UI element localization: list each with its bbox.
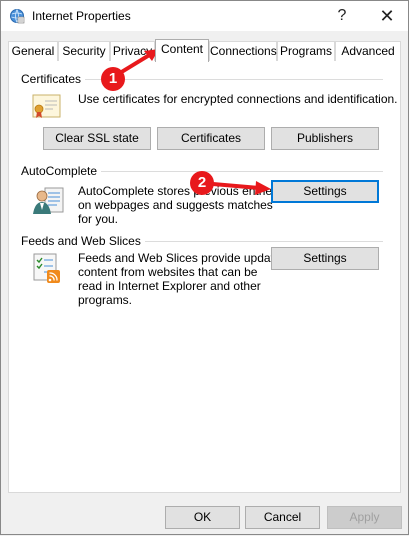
tab-security[interactable]: Security — [58, 41, 110, 61]
tab-strip: General Security Privacy Content Connect… — [1, 39, 409, 62]
autocomplete-description-line: on webpages and suggests matches — [78, 198, 273, 212]
autocomplete-group-title: AutoComplete — [21, 164, 102, 178]
window-title: Internet Properties — [32, 9, 131, 23]
autocomplete-user-icon — [31, 184, 65, 218]
feeds-rss-icon — [31, 252, 63, 284]
title-bar: Internet Properties ? ✕ — [1, 1, 408, 31]
feeds-description-line: content from websites that can be — [78, 265, 258, 279]
tab-programs[interactable]: Programs — [277, 41, 335, 61]
certificate-icon — [31, 93, 63, 121]
close-button[interactable]: ✕ — [373, 5, 401, 27]
feeds-description-line: Feeds and Web Slices provide updated — [78, 251, 288, 265]
tab-content[interactable]: Content — [155, 39, 209, 62]
tab-privacy[interactable]: Privacy — [110, 41, 155, 61]
tab-connections[interactable]: Connections — [209, 41, 277, 61]
internet-options-icon — [9, 8, 25, 24]
certificates-button[interactable]: Certificates — [157, 127, 265, 150]
feeds-description: Feeds and Web Slices provide updated con… — [78, 251, 287, 307]
certificates-description: Use certificates for encrypted connectio… — [78, 92, 398, 106]
feeds-description-line: read in Internet Explorer and other — [78, 279, 261, 293]
tab-advanced[interactable]: Advanced — [335, 41, 401, 61]
tab-general[interactable]: General — [8, 41, 58, 61]
apply-button[interactable]: Apply — [327, 506, 402, 529]
autocomplete-settings-button[interactable]: Settings — [271, 180, 379, 203]
callout-2: 2 — [190, 171, 214, 195]
feeds-settings-button[interactable]: Settings — [271, 247, 379, 270]
certificates-group-title: Certificates — [21, 72, 86, 86]
help-button[interactable]: ? — [328, 5, 356, 27]
ok-button[interactable]: OK — [165, 506, 240, 529]
feeds-group-title: Feeds and Web Slices — [21, 234, 145, 248]
cancel-button[interactable]: Cancel — [245, 506, 320, 529]
callout-1: 1 — [101, 67, 125, 91]
autocomplete-description: AutoComplete stores previous entries on … — [78, 184, 278, 226]
publishers-button[interactable]: Publishers — [271, 127, 379, 150]
autocomplete-description-line: AutoComplete stores previous entries — [78, 184, 279, 198]
clear-ssl-state-button[interactable]: Clear SSL state — [43, 127, 151, 150]
autocomplete-description-line: for you. — [78, 212, 119, 226]
feeds-description-line: programs. — [78, 293, 133, 307]
internet-properties-dialog: Internet Properties ? ✕ General Security… — [0, 0, 409, 535]
